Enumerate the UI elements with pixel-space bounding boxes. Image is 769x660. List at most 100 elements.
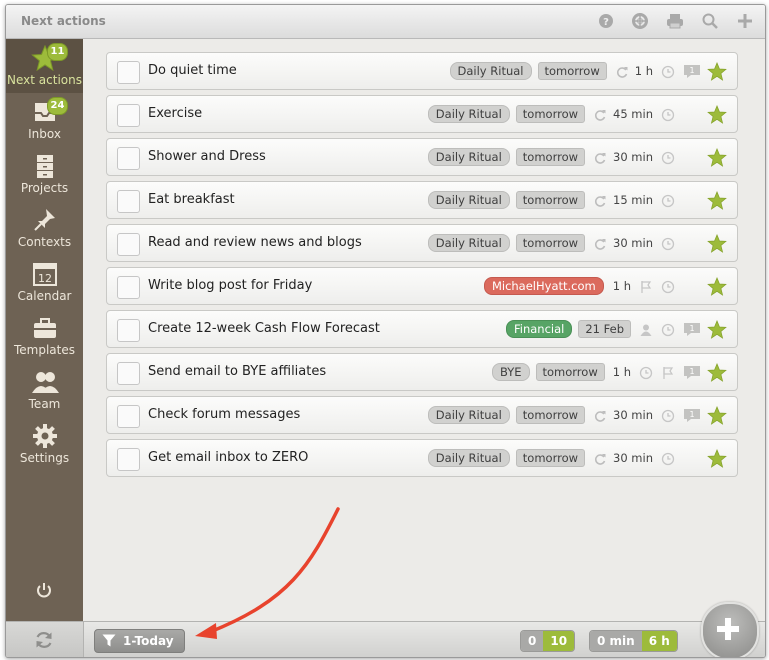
task-row[interactable]: Eat breakfast Daily Ritual tomorrow 15 m… <box>106 181 738 219</box>
sidebar-item-calendar[interactable]: 12 Calendar <box>6 255 83 309</box>
clock-icon[interactable] <box>661 193 675 208</box>
sidebar-item-contexts[interactable]: Contexts <box>6 201 83 255</box>
task-tag[interactable]: MichaelHyatt.com <box>483 277 604 295</box>
repeat-icon[interactable] <box>593 408 607 422</box>
task-checkbox[interactable] <box>117 147 140 170</box>
sidebar-item-inbox[interactable]: 24 Inbox <box>6 93 83 147</box>
flag-icon[interactable] <box>639 279 653 293</box>
star-icon[interactable] <box>707 190 727 210</box>
task-duration[interactable]: 45 min <box>613 107 653 121</box>
task-row[interactable]: Get email inbox to ZERO Daily Ritual tom… <box>106 439 738 477</box>
task-tag[interactable]: Financial <box>505 320 573 338</box>
task-date[interactable]: 21 Feb <box>578 320 631 338</box>
comment-icon[interactable]: 1 <box>683 64 701 79</box>
plus-icon[interactable] <box>736 12 754 30</box>
task-date[interactable]: tomorrow <box>515 105 586 123</box>
task-date[interactable]: tomorrow <box>515 234 586 252</box>
print-icon[interactable] <box>666 12 684 30</box>
clock-icon[interactable] <box>661 150 675 165</box>
task-duration[interactable]: 30 min <box>613 236 653 250</box>
task-date[interactable]: tomorrow <box>515 148 586 166</box>
task-duration[interactable]: 15 min <box>613 193 653 207</box>
task-checkbox[interactable] <box>117 362 140 385</box>
task-checkbox[interactable] <box>117 319 140 342</box>
comment-icon[interactable]: 1 <box>683 408 701 423</box>
add-task-button[interactable] <box>701 602 759 657</box>
task-tag[interactable]: Daily Ritual <box>427 105 510 123</box>
task-name[interactable]: Send email to BYE affiliates <box>148 364 326 379</box>
task-name[interactable]: Create 12-week Cash Flow Forecast <box>148 321 380 336</box>
task-name[interactable]: Get email inbox to ZERO <box>148 450 308 465</box>
task-checkbox[interactable] <box>117 233 140 256</box>
clock-icon[interactable] <box>661 279 675 294</box>
repeat-icon[interactable] <box>593 451 607 465</box>
clock-icon[interactable] <box>661 408 675 423</box>
clock-icon[interactable] <box>661 236 675 251</box>
task-tag[interactable]: Daily Ritual <box>427 191 510 209</box>
task-name[interactable]: Do quiet time <box>148 63 237 78</box>
task-row[interactable]: Shower and Dress Daily Ritual tomorrow 3… <box>106 138 738 176</box>
task-name[interactable]: Shower and Dress <box>148 149 266 164</box>
task-duration[interactable]: 1 h <box>613 279 631 293</box>
repeat-icon[interactable] <box>593 150 607 164</box>
task-tag[interactable]: Daily Ritual <box>427 148 510 166</box>
task-name[interactable]: Check forum messages <box>148 407 300 422</box>
search-icon[interactable] <box>701 12 719 30</box>
task-row[interactable]: Exercise Daily Ritual tomorrow 45 min <box>106 95 738 133</box>
task-name[interactable]: Read and review news and blogs <box>148 235 362 250</box>
task-date[interactable]: tomorrow <box>515 191 586 209</box>
task-duration[interactable]: 1 h <box>635 64 653 78</box>
flag-icon[interactable] <box>661 365 675 379</box>
task-name[interactable]: Exercise <box>148 106 202 121</box>
task-checkbox[interactable] <box>117 104 140 127</box>
star-icon[interactable] <box>707 104 727 124</box>
task-name[interactable]: Write blog post for Friday <box>148 278 312 293</box>
star-icon[interactable] <box>707 319 727 339</box>
repeat-icon[interactable] <box>615 64 629 78</box>
sync-button[interactable] <box>6 622 84 657</box>
task-tag[interactable]: Daily Ritual <box>427 449 510 467</box>
star-icon[interactable] <box>707 405 727 425</box>
task-checkbox[interactable] <box>117 276 140 299</box>
star-icon[interactable] <box>707 448 727 468</box>
task-date[interactable]: tomorrow <box>515 449 586 467</box>
clock-icon[interactable] <box>661 451 675 466</box>
sidebar-item-templates[interactable]: Templates <box>6 309 83 363</box>
task-tag[interactable]: BYE <box>491 363 530 381</box>
task-duration[interactable]: 1 h <box>613 365 631 379</box>
task-row[interactable]: Create 12-week Cash Flow Forecast Financ… <box>106 310 738 348</box>
task-checkbox[interactable] <box>117 61 140 84</box>
star-icon[interactable] <box>707 233 727 253</box>
comment-icon[interactable]: 1 <box>683 322 701 337</box>
task-duration[interactable]: 30 min <box>613 150 653 164</box>
task-checkbox[interactable] <box>117 190 140 213</box>
clock-icon[interactable] <box>661 322 675 337</box>
comment-icon[interactable]: 1 <box>683 365 701 380</box>
task-duration[interactable]: 30 min <box>613 408 653 422</box>
clock-icon[interactable] <box>639 365 653 380</box>
task-row[interactable]: Do quiet time Daily Ritual tomorrow 1 h … <box>106 52 738 90</box>
star-icon[interactable] <box>707 276 727 296</box>
task-row[interactable]: Send email to BYE affiliates BYE tomorro… <box>106 353 738 391</box>
power-icon[interactable] <box>35 581 53 599</box>
task-duration[interactable]: 30 min <box>613 451 653 465</box>
task-date[interactable]: tomorrow <box>535 363 605 381</box>
task-date[interactable]: tomorrow <box>515 406 586 424</box>
task-row[interactable]: Write blog post for Friday MichaelHyatt.… <box>106 267 738 305</box>
repeat-icon[interactable] <box>593 107 607 121</box>
star-icon[interactable] <box>707 362 727 382</box>
task-tag[interactable]: Daily Ritual <box>427 234 510 252</box>
task-row[interactable]: Read and review news and blogs Daily Rit… <box>106 224 738 262</box>
task-name[interactable]: Eat breakfast <box>148 192 235 207</box>
help-icon[interactable]: ? <box>597 12 615 30</box>
person-icon[interactable] <box>639 322 653 336</box>
task-checkbox[interactable] <box>117 448 140 471</box>
filter-button[interactable]: 1-Today <box>94 629 185 653</box>
lifebuoy-icon[interactable] <box>631 12 649 30</box>
task-tag[interactable]: Daily Ritual <box>449 62 532 80</box>
sidebar-item-settings[interactable]: Settings <box>6 417 83 471</box>
repeat-icon[interactable] <box>593 193 607 207</box>
task-tag[interactable]: Daily Ritual <box>427 406 510 424</box>
sidebar-item-next-actions[interactable]: 11 Next actions <box>6 39 83 93</box>
star-icon[interactable] <box>707 61 727 81</box>
